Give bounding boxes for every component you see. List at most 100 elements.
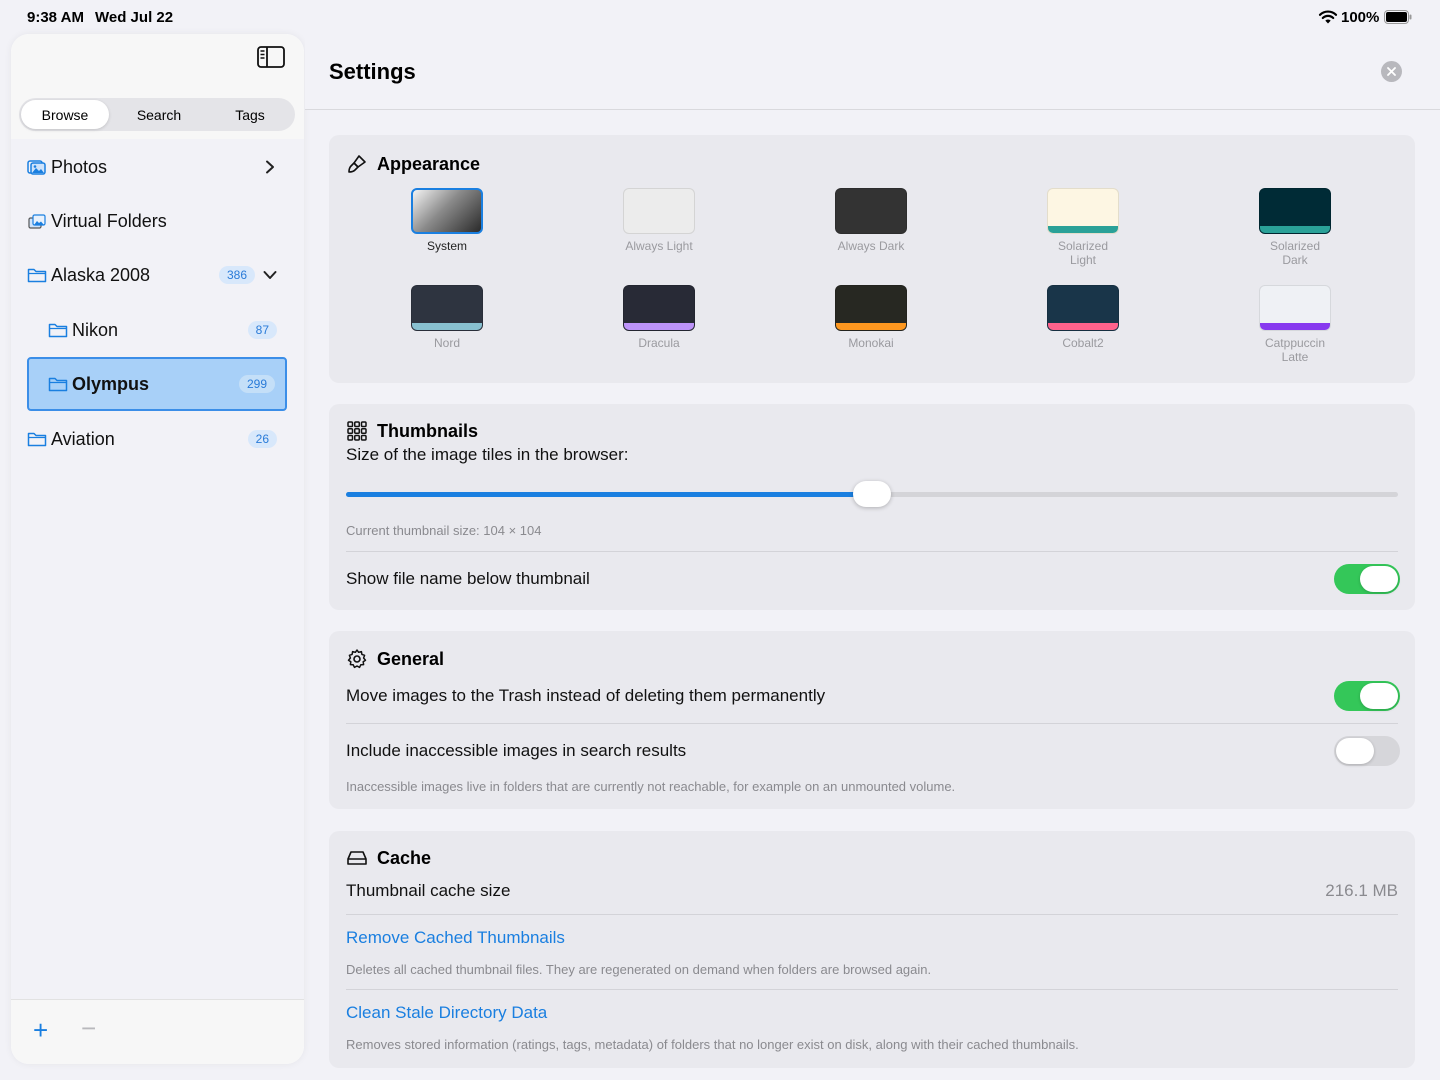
general-title: General (377, 648, 445, 669)
battery-icon (1384, 10, 1412, 24)
general-heading: General (346, 648, 444, 670)
wifi-icon (1318, 10, 1338, 24)
cache-heading: Cache (346, 847, 431, 869)
status-date: Wed Jul 22 (95, 9, 174, 26)
page-title: Settings (329, 59, 416, 84)
sidebar-toggle-icon[interactable] (257, 46, 285, 68)
theme-swatch (835, 188, 907, 234)
slider-label: Size of the image tiles in the browser: (346, 445, 629, 464)
close-button[interactable] (1381, 61, 1402, 82)
count-badge: 299 (238, 375, 275, 393)
tab-browse[interactable]: Browse (21, 100, 109, 129)
thumbnails-title: Thumbnails (377, 420, 479, 441)
theme-name: Always Light (625, 239, 693, 253)
sidebar-item-virtual-folders[interactable]: Virtual Folders (27, 194, 287, 248)
theme-option-catppuccin-latte[interactable]: Catppuccin Latte (1230, 285, 1360, 364)
sidebar-item-label: Virtual Folders (51, 210, 167, 231)
virtual-folders-icon (28, 214, 46, 229)
theme-option-always-light[interactable]: Always Light (594, 188, 724, 253)
cache-title: Cache (377, 847, 432, 868)
thumbnails-heading: Thumbnails (346, 420, 478, 442)
remove-cached-thumbnails-button[interactable]: Remove Cached Thumbnails (346, 928, 565, 948)
divider (346, 914, 1398, 915)
clean-stale-note: Removes stored information (ratings, tag… (346, 1037, 1079, 1052)
toggle-knob (1360, 683, 1398, 709)
theme-option-nord[interactable]: Nord (382, 285, 512, 350)
photos-icon (27, 160, 46, 175)
theme-name: Solarized Dark (1269, 239, 1321, 267)
appearance-title: Appearance (377, 153, 481, 174)
show-filename-label: Show file name below thumbnail (346, 569, 590, 588)
sidebar-item-label: Alaska 2008 (51, 264, 151, 285)
trash-label: Move images to the Trash instead of dele… (346, 686, 826, 705)
close-icon (1387, 67, 1396, 76)
battery-percent: 100% (1341, 9, 1380, 26)
toggle-knob (1336, 738, 1374, 764)
inaccessible-toggle[interactable] (1334, 736, 1400, 766)
gear-icon (347, 649, 367, 669)
theme-option-solarized-light[interactable]: Solarized Light (1018, 188, 1148, 267)
sidebar-item-label: Nikon (72, 319, 119, 340)
sidebar-header: Browse Search Tags (11, 34, 304, 139)
chevron-down-icon[interactable] (263, 268, 277, 282)
sidebar-item-photos[interactable]: Photos (27, 140, 287, 194)
chevron-right-icon (266, 160, 274, 174)
theme-name: Dracula (638, 336, 680, 350)
divider (346, 551, 1398, 552)
thumbnails-card: Thumbnails Size of the image tiles in th… (329, 404, 1415, 610)
sidebar-item-aviation[interactable]: Aviation 26 (27, 412, 287, 466)
theme-option-cobalt2[interactable]: Cobalt2 (1018, 285, 1148, 350)
theme-swatch (1259, 188, 1331, 234)
theme-option-dracula[interactable]: Dracula (594, 285, 724, 350)
theme-option-monokai[interactable]: Monokai (806, 285, 936, 350)
count-badge: 87 (247, 321, 277, 339)
folder-icon (27, 268, 47, 283)
sidebar-list: Photos Virtual Folders Alaska 2008 386 N… (11, 139, 304, 999)
theme-name: Solarized Light (1057, 239, 1109, 267)
thumbnail-size-slider[interactable] (346, 481, 1398, 507)
tab-tags[interactable]: Tags (207, 100, 293, 129)
cache-size-label: Thumbnail cache size (346, 881, 511, 900)
theme-swatch (623, 188, 695, 234)
theme-name: Cobalt2 (1062, 336, 1104, 350)
remove-button[interactable]: − (81, 1015, 96, 1041)
cache-card: Cache Thumbnail cache size 216.1 MB Remo… (329, 831, 1415, 1068)
toggle-knob (1360, 566, 1398, 592)
theme-swatch (411, 285, 483, 331)
theme-swatch (1047, 188, 1119, 234)
clean-stale-data-button[interactable]: Clean Stale Directory Data (346, 1003, 547, 1023)
theme-option-solarized-dark[interactable]: Solarized Dark (1230, 188, 1360, 267)
general-card: General Move images to the Trash instead… (329, 631, 1415, 809)
theme-option-system[interactable]: System (382, 188, 512, 253)
theme-name: Nord (433, 336, 460, 350)
theme-name: Catppuccin Latte (1264, 336, 1326, 364)
folder-icon (48, 323, 68, 338)
grid-icon (347, 421, 367, 441)
show-filename-toggle[interactable] (1334, 564, 1400, 594)
add-button[interactable]: + (33, 1017, 48, 1043)
sidebar-item-olympus[interactable]: Olympus 299 (27, 357, 287, 411)
theme-swatch (1047, 285, 1119, 331)
theme-name: Monokai (848, 336, 894, 350)
slider-knob[interactable] (853, 481, 891, 507)
folder-icon (48, 377, 68, 392)
trash-toggle[interactable] (1334, 681, 1400, 711)
sidebar-item-label: Aviation (51, 428, 115, 449)
theme-swatch (1259, 285, 1331, 331)
sidebar-footer: + − (11, 999, 304, 1064)
theme-option-always-dark[interactable]: Always Dark (806, 188, 936, 253)
inaccessible-note: Inaccessible images live in folders that… (346, 779, 956, 794)
divider (346, 723, 1398, 724)
sidebar-item-nikon[interactable]: Nikon 87 (48, 303, 287, 357)
paintbrush-icon (348, 155, 366, 173)
sidebar-item-alaska-2008[interactable]: Alaska 2008 386 (27, 248, 287, 302)
count-badge: 26 (247, 430, 277, 448)
appearance-heading: Appearance (346, 153, 480, 175)
theme-name: System (426, 239, 467, 253)
sidebar-item-label: Photos (51, 156, 108, 177)
tab-search[interactable]: Search (115, 100, 203, 129)
theme-swatch (835, 285, 907, 331)
theme-swatch (623, 285, 695, 331)
status-time: 9:38 AM (27, 9, 84, 26)
disk-icon (347, 851, 367, 865)
